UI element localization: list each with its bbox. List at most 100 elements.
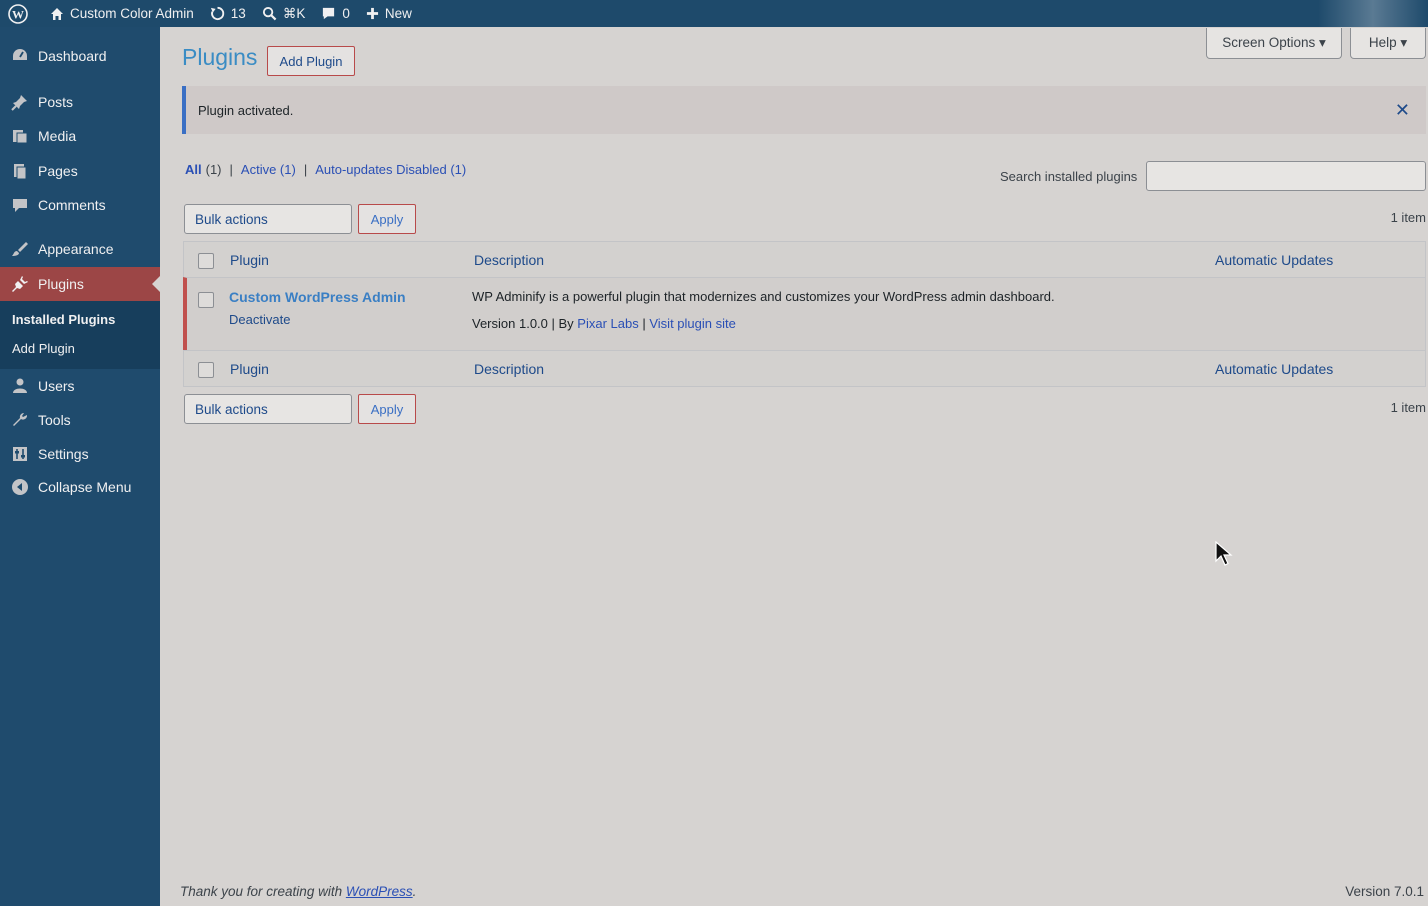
activation-notice: Plugin activated. ✕ [182,86,1426,134]
users-icon [10,376,30,396]
column-footer-description: Description [474,361,545,377]
wrench-icon [10,410,30,430]
pin-icon [10,92,30,112]
sidebar-item-users[interactable]: Users [0,369,160,403]
home-icon [51,7,63,20]
table-footer: Plugin Description Automatic Updates [183,350,1426,387]
sidebar-item-label: Settings [38,446,89,462]
settings-icon [10,444,30,464]
plus-icon [366,7,378,20]
page-title: Plugins [182,44,258,70]
footer-thanks-text: Thank you for creating with [180,884,343,899]
adminbar-account-area[interactable] [1318,0,1428,27]
add-plugin-button[interactable]: Add Plugin [267,46,355,76]
close-icon[interactable]: ✕ [1395,100,1410,121]
footer-version: Version 7.0.1 [1345,884,1424,899]
wordpress-link[interactable]: WordPress [346,884,413,899]
mouse-cursor-icon [1215,541,1233,566]
footer-thanks-period: . [412,884,417,899]
search-shortcut: ⌘K [282,5,306,21]
updates-link[interactable]: 13 [202,0,254,27]
command-search[interactable]: ⌘K [254,0,314,27]
select-all-checkbox[interactable] [198,253,214,269]
plugins-submenu: Installed Plugins Add Plugin [0,301,160,369]
table-header: Plugin Description Automatic Updates [183,241,1426,278]
sidebar-item-label: Dashboard [38,48,107,64]
site-name-link[interactable]: Custom Color Admin [42,0,202,27]
bulk-actions-select-bottom[interactable]: Bulk actions [184,394,352,424]
updates-count: 13 [230,6,246,21]
search-input[interactable] [1146,161,1426,191]
sidebar-item-comments[interactable]: Comments [0,188,160,222]
comments-link[interactable]: 0 [313,0,358,27]
sidebar-item-label: Posts [38,94,74,110]
admin-bar: W Custom Color Admin 13 ⌘K 0 New [0,0,1428,27]
notice-text: Plugin activated. [198,102,294,118]
submenu-item-installed-plugins[interactable]: Installed Plugins [12,312,115,327]
apply-button-top[interactable]: Apply [358,204,416,234]
sidebar-item-label: Comments [38,197,106,213]
plugin-meta: Version 1.0.0 | By Pixar Labs | Visit pl… [472,316,736,331]
sidebar-item-posts[interactable]: Posts [0,85,160,119]
sidebar-item-label: Plugins [38,276,84,292]
select-all-checkbox-bottom[interactable] [198,362,214,378]
plugin-name: Custom WordPress Admin [229,289,406,305]
row-checkbox[interactable] [198,292,214,308]
filter-separator: | [303,162,308,177]
item-count-bottom: 1 item [1390,400,1426,415]
collapse-icon [10,477,30,497]
sidebar-item-label: Appearance [38,241,114,257]
plugin-status-filters: All (1) | Active (1) | Auto-updates Disa… [185,162,466,177]
filter-all[interactable]: All [185,162,202,177]
new-label: New [384,6,412,21]
sidebar-item-dashboard[interactable]: Dashboard [0,39,160,73]
table-row: Custom WordPress Admin Deactivate WP Adm… [183,277,1426,351]
help-button[interactable]: Help ▾ [1350,28,1426,59]
filter-auto-updates-disabled[interactable]: Auto-updates Disabled (1) [315,162,466,177]
submenu-item-add-plugin[interactable]: Add Plugin [12,341,75,356]
search-icon [262,6,277,21]
apply-button-bottom[interactable]: Apply [358,394,416,424]
column-header-automatic-updates: Automatic Updates [1215,252,1334,268]
search-label: Search installed plugins [1000,169,1138,184]
screen-options-button[interactable]: Screen Options ▾ [1206,28,1342,59]
comments-count: 0 [342,6,350,21]
plugin-description: WP Adminify is a powerful plugin that mo… [472,289,1055,304]
sidebar-item-label: Users [38,378,75,394]
visit-plugin-site-link[interactable]: Visit plugin site [649,316,735,331]
wordpress-logo[interactable]: W [0,0,42,27]
sidebar-item-label: Tools [38,412,71,428]
bulk-actions-select-top[interactable]: Bulk actions [184,204,352,234]
author-link[interactable]: Pixar Labs [577,316,638,331]
site-name: Custom Color Admin [70,6,194,21]
collapse-menu-button[interactable]: Collapse Menu [0,470,160,504]
filter-active[interactable]: Active (1) [241,162,296,177]
plugin-version: Version 1.0.0 | By [472,316,574,331]
sidebar-item-appearance[interactable]: Appearance [0,232,160,266]
pages-icon [10,161,30,181]
footer-thanks: Thank you for creating with WordPress. [180,884,416,899]
refresh-icon [210,6,224,21]
sidebar-item-tools[interactable]: Tools [0,403,160,437]
sidebar-item-media[interactable]: Media [0,119,160,153]
bulk-actions-selected: Bulk actions [195,211,268,227]
column-footer-automatic-updates: Automatic Updates [1215,361,1334,377]
meta-separator: | [642,316,646,331]
column-header-plugin[interactable]: Plugin [230,252,269,268]
filter-all-count: (1) [205,162,222,177]
sidebar-item-settings[interactable]: Settings [0,437,160,471]
deactivate-link[interactable]: Deactivate [229,312,290,327]
bulk-actions-selected: Bulk actions [195,401,268,417]
sidebar-item-label: Collapse Menu [38,479,132,495]
sidebar-item-label: Media [38,128,77,144]
plugin-icon [10,274,30,294]
column-footer-plugin[interactable]: Plugin [230,361,269,377]
filter-separator: | [229,162,233,177]
brush-icon [10,239,30,259]
comment-icon [10,195,30,215]
sidebar-item-plugins[interactable]: Plugins [0,267,160,301]
sidebar-item-pages[interactable]: Pages [0,154,160,188]
column-header-description: Description [474,252,545,268]
item-count-top: 1 item [1390,210,1426,225]
new-content-link[interactable]: New [358,0,420,27]
